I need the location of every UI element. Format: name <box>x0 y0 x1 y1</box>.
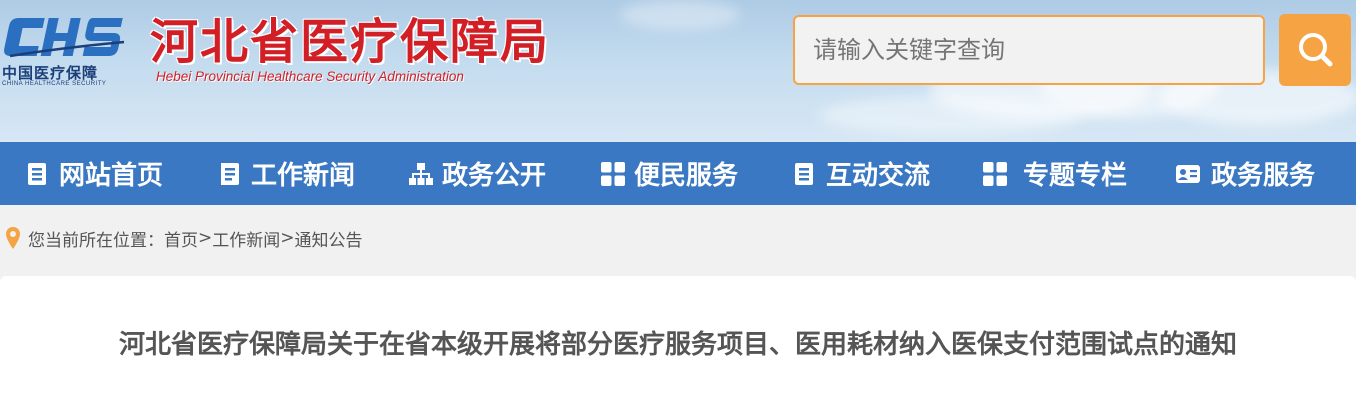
nav-item-label: 政务公开 <box>442 161 547 191</box>
nav-item-interaction[interactable]: 互动交流 <box>793 142 930 205</box>
site-title[interactable]: 河北省医疗保障局 <box>150 12 550 72</box>
search-icon <box>1299 33 1333 67</box>
breadcrumb-home-link[interactable]: 首页 <box>164 226 198 251</box>
location-pin-icon <box>6 227 20 249</box>
breadcrumb-separator: > <box>280 228 295 248</box>
nav-item-government-services[interactable]: 政务服务 <box>1174 142 1315 205</box>
nav-item-label: 网站首页 <box>59 161 164 191</box>
logo-english-text: CHINA HEALTHCARE SECURITY <box>2 81 107 87</box>
article-title: 河北省医疗保障局关于在省本级开展将部分医疗服务项目、医用耗材纳入医保支付范围试点… <box>118 330 1237 360</box>
grid-icon <box>601 161 625 186</box>
search-button[interactable] <box>1279 14 1351 86</box>
document-icon <box>28 162 46 185</box>
cloud-decoration <box>820 95 1080 135</box>
sitemap-icon <box>409 162 433 185</box>
nav-item-home[interactable]: 网站首页 <box>26 142 163 205</box>
cloud-decoration <box>620 0 740 30</box>
bookmark-icon <box>221 162 239 185</box>
nav-item-label: 互动交流 <box>826 161 931 191</box>
breadcrumb: 您当前所在位置： 首页 > 工作新闻 > 通知公告 <box>0 205 1356 271</box>
nav-item-special-topics[interactable]: 专题专栏 <box>983 142 1127 205</box>
document-icon <box>795 162 813 185</box>
nav-item-label: 工作新闻 <box>251 161 356 191</box>
nav-item-label: 政务服务 <box>1211 161 1316 191</box>
article-card: 河北省医疗保障局关于在省本级开展将部分医疗服务项目、医用耗材纳入医保支付范围试点… <box>0 276 1356 418</box>
site-header: 中国医疗保障 CHINA HEALTHCARE SECURITY 河北省医疗保障… <box>0 0 1356 142</box>
site-subtitle: Hebei Provincial Healthcare Security Adm… <box>156 69 464 84</box>
nav-item-label: 便民服务 <box>634 161 739 191</box>
nav-item-government-affairs[interactable]: 政务公开 <box>409 142 546 205</box>
nav-item-label: 专题专栏 <box>1023 161 1128 191</box>
search-input[interactable] <box>793 15 1265 85</box>
breadcrumb-work-news-link[interactable]: 工作新闻 <box>212 226 280 251</box>
nav-item-public-services[interactable]: 便民服务 <box>601 142 738 205</box>
breadcrumb-separator: > <box>198 228 213 248</box>
breadcrumb-notices-link[interactable]: 通知公告 <box>295 226 363 251</box>
breadcrumb-prefix: 您当前所在位置： <box>28 230 164 251</box>
logo-chinese-text: 中国医疗保障 <box>2 64 99 82</box>
id-card-icon <box>1176 164 1200 183</box>
main-nav: 网站首页 工作新闻 政务公开 便民服务 互动交流 专题专栏 政务服务 <box>0 142 1356 205</box>
grid-icon <box>983 161 1007 186</box>
nav-item-work-news[interactable]: 工作新闻 <box>218 142 355 205</box>
